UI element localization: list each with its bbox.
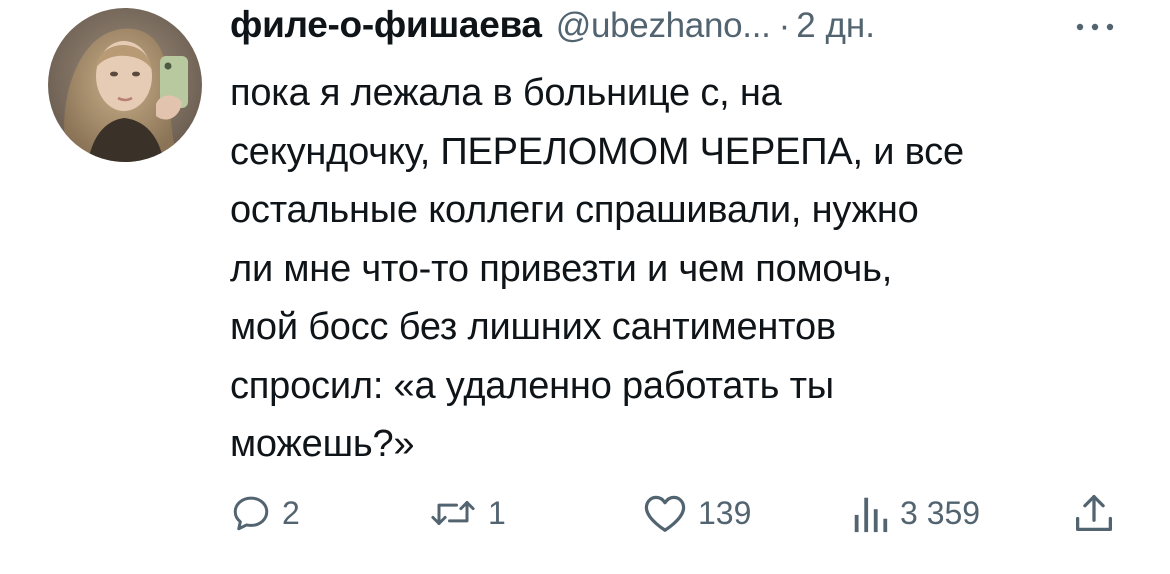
separator-dot: · (778, 6, 791, 45)
retweet-button[interactable]: 1 (428, 486, 506, 540)
retweet-count: 1 (488, 494, 506, 531)
display-name[interactable]: филе-о-фишаева (230, 4, 542, 46)
tweet-text: пока я лежала в больнице с, на секундочк… (230, 72, 964, 465)
share-button[interactable] (1074, 486, 1114, 540)
retweet-icon (428, 492, 478, 534)
heart-icon (642, 492, 688, 534)
user-handle[interactable]: @ubezhano... (556, 6, 771, 46)
reply-button[interactable]: 2 (230, 486, 300, 540)
action-bar: 2 1 139 3 359 (0, 486, 1170, 540)
tweet-header: филе-о-фишаева @ubezhano... · 2 дн. (230, 4, 875, 58)
views-icon (850, 492, 890, 534)
views-count: 3 359 (900, 494, 981, 531)
views-button[interactable]: 3 359 (850, 486, 980, 540)
reply-count: 2 (282, 494, 300, 531)
share-icon (1074, 491, 1114, 535)
like-button[interactable]: 139 (642, 486, 751, 540)
reply-icon (230, 492, 272, 534)
timestamp[interactable]: 2 дн. (796, 6, 875, 46)
avatar[interactable] (48, 8, 202, 162)
tweet[interactable]: филе-о-фишаева @ubezhano... · 2 дн. пока… (0, 0, 1170, 574)
avatar-image (48, 8, 202, 162)
like-count: 139 (698, 494, 752, 531)
more-options-icon[interactable] (1070, 12, 1120, 42)
